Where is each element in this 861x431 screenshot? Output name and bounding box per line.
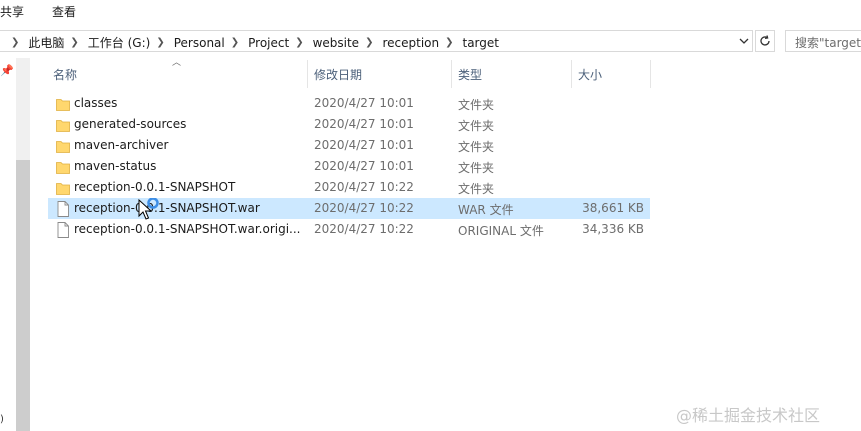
refresh-icon — [760, 35, 770, 46]
file-row[interactable]: generated-sources 2020/4/27 10:01 文件夹 — [48, 114, 650, 135]
file-icon — [57, 222, 69, 238]
chevron-right-icon[interactable]: ❯ — [156, 37, 164, 48]
file-row[interactable]: maven-archiver 2020/4/27 10:01 文件夹 — [48, 135, 650, 156]
mouse-cursor-icon — [138, 198, 159, 220]
folder-icon — [56, 120, 70, 132]
file-date: 2020/4/27 10:01 — [314, 96, 414, 110]
column-header-name[interactable]: 名称 — [48, 60, 306, 88]
column-header-size-label: 大小 — [578, 68, 603, 82]
breadcrumb-this-pc[interactable]: 此电脑 — [28, 34, 64, 51]
chevron-right-icon[interactable]: ❯ — [231, 37, 239, 48]
file-type: 文件夹 — [458, 119, 495, 133]
file-type: 文件夹 — [458, 140, 495, 154]
ribbon-tabs: 共享 查看 — [0, 0, 861, 24]
file-date: 2020/4/27 10:01 — [314, 117, 414, 131]
column-header-type-label: 类型 — [458, 68, 483, 82]
refresh-button[interactable] — [755, 30, 775, 52]
folder-icon — [56, 162, 70, 174]
file-name: reception-0.0.1-SNAPSHOT.war.origi... — [74, 222, 301, 236]
file-date: 2020/4/27 10:01 — [314, 138, 414, 152]
file-date: 2020/4/27 10:01 — [314, 159, 414, 173]
column-header-name-label: 名称 — [53, 68, 78, 82]
tab-view[interactable]: 查看 — [52, 3, 76, 20]
folder-icon — [56, 183, 70, 195]
file-row[interactable]: maven-status 2020/4/27 10:01 文件夹 — [48, 156, 650, 177]
file-row[interactable]: reception-0.0.1-SNAPSHOT 2020/4/27 10:22 文… — [48, 177, 650, 198]
column-divider[interactable] — [650, 60, 651, 88]
file-type: 文件夹 — [458, 161, 495, 175]
file-date: 2020/4/27 10:22 — [314, 201, 414, 215]
column-header-date-label: 修改日期 — [314, 68, 363, 82]
address-dropdown-button[interactable] — [736, 31, 752, 51]
watermark: @稀土掘金技术社区 — [676, 406, 821, 425]
file-name: maven-archiver — [74, 138, 169, 152]
address-bar[interactable]: ❯ 此电脑 ❯ 工作台 (G:) ❯ Personal ❯ Project ❯ … — [0, 30, 753, 52]
file-type: 文件夹 — [458, 98, 495, 112]
breadcrumb-target[interactable]: target — [463, 36, 500, 50]
file-name: reception-0.0.1-SNAPSHOT — [74, 180, 236, 194]
file-type: ORIGINAL 文件 — [458, 224, 544, 238]
folder-icon — [56, 141, 70, 153]
chevron-right-icon: ❯ — [11, 37, 20, 48]
file-icon — [57, 201, 69, 217]
folder-icon — [56, 99, 70, 111]
file-name: classes — [74, 96, 118, 110]
file-size: 34,336 KB — [582, 222, 644, 236]
file-type: WAR 文件 — [458, 203, 514, 217]
chevron-right-icon[interactable]: ❯ — [445, 37, 453, 48]
chevron-right-icon[interactable]: ❯ — [70, 37, 78, 48]
file-type: 文件夹 — [458, 182, 495, 196]
tab-share[interactable]: 共享 — [0, 3, 24, 20]
chevron-down-icon — [739, 38, 749, 44]
breadcrumb-reception[interactable]: reception — [382, 36, 439, 50]
column-header-type[interactable]: 类型 — [452, 60, 571, 88]
search-input[interactable]: 搜索"target" — [785, 30, 861, 52]
address-row: ❯ 此电脑 ❯ 工作台 (G:) ❯ Personal ❯ Project ❯ … — [0, 28, 861, 56]
file-date: 2020/4/27 10:22 — [314, 180, 414, 194]
column-header-date[interactable]: 修改日期 — [308, 60, 451, 88]
column-header-size[interactable]: 大小 — [572, 60, 650, 88]
file-row[interactable]: classes 2020/4/27 10:01 文件夹 — [48, 93, 650, 114]
file-name: maven-status — [74, 159, 157, 173]
chevron-right-icon[interactable]: ❯ — [295, 37, 303, 48]
pin-icon: 📌 — [0, 64, 14, 77]
breadcrumb-drive[interactable]: 工作台 (G:) — [88, 34, 151, 51]
navigation-pane-fragment: ) — [0, 414, 4, 425]
chevron-right-icon[interactable]: ❯ — [365, 37, 373, 48]
navigation-pane[interactable] — [0, 58, 16, 431]
breadcrumb-personal[interactable]: Personal — [174, 36, 225, 50]
breadcrumb: ❯ 此电脑 ❯ 工作台 (G:) ❯ Personal ❯ Project ❯ … — [5, 34, 499, 51]
breadcrumb-project[interactable]: Project — [248, 36, 289, 50]
file-size: 38,661 KB — [582, 201, 644, 215]
nav-scrollbar-thumb[interactable] — [16, 160, 30, 431]
breadcrumb-website[interactable]: website — [313, 36, 360, 50]
file-name: generated-sources — [74, 117, 187, 131]
file-date: 2020/4/27 10:22 — [314, 222, 414, 236]
